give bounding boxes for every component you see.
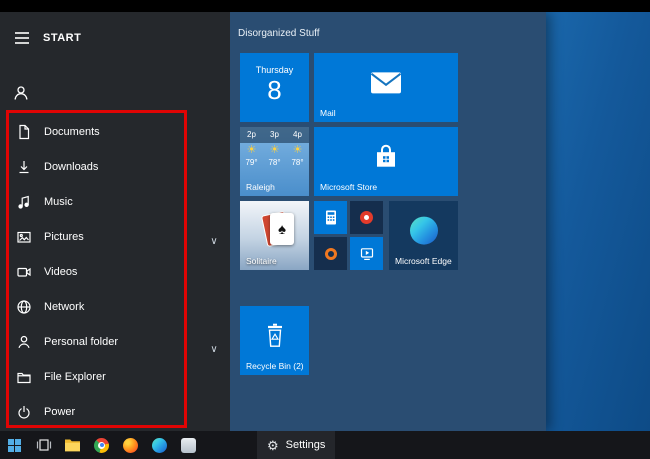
pinned-app-button[interactable]	[174, 431, 203, 459]
edge-icon	[410, 217, 438, 245]
playing-card-icon: ♠	[270, 213, 294, 245]
maps-pin-icon	[360, 211, 373, 224]
music-icon	[16, 194, 32, 210]
sun-icon: ☀	[240, 143, 263, 158]
folder-icon	[16, 369, 32, 385]
sun-icon: ☀	[263, 143, 286, 158]
sidebar-item-music[interactable]: Music	[0, 184, 230, 219]
sidebar-item-label: Music	[44, 196, 73, 208]
recycle-bin-icon	[264, 323, 286, 349]
weather-column: 2p ☀ 79°	[240, 127, 263, 168]
weather-location-label: Raleigh	[246, 182, 275, 192]
network-globe-icon	[16, 299, 32, 315]
screenshot-root: START Documents Downloads Music	[0, 0, 650, 459]
weather-temp: 79°	[240, 158, 263, 168]
tile-label: Microsoft Edge	[395, 256, 452, 266]
scroll-chevron-top-icon[interactable]: ∨	[204, 236, 224, 247]
start-menu-sidebar: START Documents Downloads Music	[0, 12, 230, 431]
calendar-day-name: Thursday	[240, 65, 309, 75]
mail-envelope-icon	[370, 71, 402, 94]
edge-icon	[152, 438, 167, 453]
file-explorer-icon	[64, 438, 81, 452]
downloads-icon	[16, 159, 32, 175]
tile-calendar[interactable]: Thursday 8	[240, 53, 309, 122]
weather-column: 4p ☀ 78°	[286, 127, 309, 168]
tile-calculator[interactable]	[314, 201, 347, 234]
pinned-app-icon	[181, 438, 196, 453]
sidebar-item-label: Videos	[44, 266, 77, 278]
start-menu: START Documents Downloads Music	[0, 12, 546, 431]
top-black-strip	[0, 0, 650, 12]
tiles-area: Disorganized Stuff Thursday 8 Mail 2p ☀ …	[230, 12, 546, 431]
sidebar-item-pictures[interactable]: Pictures	[0, 219, 230, 254]
tile-movies-tv[interactable]	[350, 237, 383, 270]
tile-weather[interactable]: 2p ☀ 79° 3p ☀ 78° 4p ☀ 78° Raleigh	[240, 127, 309, 196]
sidebar-item-label: Power	[44, 406, 75, 418]
tile-group-title[interactable]: Disorganized Stuff	[238, 28, 320, 39]
sidebar-item-downloads[interactable]: Downloads	[0, 149, 230, 184]
videos-icon	[16, 264, 32, 280]
tile-microsoft-store[interactable]: Microsoft Store	[314, 127, 458, 196]
chrome-icon	[94, 438, 109, 453]
sun-icon: ☀	[286, 143, 309, 158]
settings-label: Settings	[286, 439, 326, 451]
sidebar-item-network[interactable]: Network	[0, 289, 230, 324]
sidebar-item-label: Personal folder	[44, 336, 118, 348]
firefox-button[interactable]	[116, 431, 145, 459]
file-explorer-button[interactable]	[58, 431, 87, 459]
weather-temp: 78°	[286, 158, 309, 168]
tile-label: Microsoft Store	[320, 182, 377, 192]
pictures-icon	[16, 229, 32, 245]
user-avatar-icon[interactable]	[12, 84, 30, 102]
sidebar-item-videos[interactable]: Videos	[0, 254, 230, 289]
groove-music-icon	[325, 248, 337, 260]
weather-temp: 78°	[263, 158, 286, 168]
shopping-bag-icon	[373, 144, 399, 170]
tile-mail[interactable]: Mail	[314, 53, 458, 122]
person-icon	[16, 334, 32, 350]
edge-button[interactable]	[145, 431, 174, 459]
start-button[interactable]	[0, 431, 29, 459]
tile-label: Mail	[320, 108, 336, 118]
sidebar-item-personal-folder[interactable]: Personal folder	[0, 324, 230, 359]
weather-hour: 4p	[286, 127, 309, 143]
tile-recycle-bin[interactable]: Recycle Bin (2)	[240, 306, 309, 375]
start-menu-title: START	[43, 32, 81, 44]
chrome-button[interactable]	[87, 431, 116, 459]
tile-maps[interactable]	[350, 201, 383, 234]
documents-icon	[16, 124, 32, 140]
calculator-icon	[323, 209, 339, 226]
firefox-icon	[123, 438, 138, 453]
tile-solitaire[interactable]: ♠ Solitaire	[240, 201, 309, 270]
windows-start-icon	[8, 439, 21, 452]
power-icon	[16, 404, 32, 420]
sidebar-item-power[interactable]: Power	[0, 394, 230, 429]
taskbar: ⚙ Settings	[0, 431, 650, 459]
tile-label: Recycle Bin (2)	[246, 361, 304, 371]
weather-hour: 2p	[240, 127, 263, 143]
gear-icon: ⚙	[267, 439, 279, 452]
tile-microsoft-edge[interactable]: Microsoft Edge	[389, 201, 458, 270]
sidebar-item-label: File Explorer	[44, 371, 106, 383]
weather-column: 3p ☀ 78°	[263, 127, 286, 168]
sidebar-nav-list: Documents Downloads Music Pictures Video…	[0, 114, 230, 429]
sidebar-item-label: Downloads	[44, 161, 98, 173]
task-view-icon	[36, 437, 52, 453]
start-menu-header: START	[0, 22, 230, 54]
movies-tv-icon	[359, 246, 375, 262]
sidebar-item-label: Documents	[44, 126, 100, 138]
sidebar-item-file-explorer[interactable]: File Explorer	[0, 359, 230, 394]
settings-taskbar-button[interactable]: ⚙ Settings	[257, 431, 335, 459]
hamburger-menu-icon[interactable]	[14, 31, 30, 45]
calendar-day-number: 8	[240, 75, 309, 105]
sidebar-item-label: Network	[44, 301, 84, 313]
sidebar-item-documents[interactable]: Documents	[0, 114, 230, 149]
sidebar-item-label: Pictures	[44, 231, 84, 243]
tile-label: Solitaire	[246, 256, 277, 266]
scroll-chevron-bottom-icon[interactable]: ∨	[204, 344, 224, 355]
task-view-button[interactable]	[29, 431, 58, 459]
tile-groove-music[interactable]	[314, 237, 347, 270]
weather-hour: 3p	[263, 127, 286, 143]
